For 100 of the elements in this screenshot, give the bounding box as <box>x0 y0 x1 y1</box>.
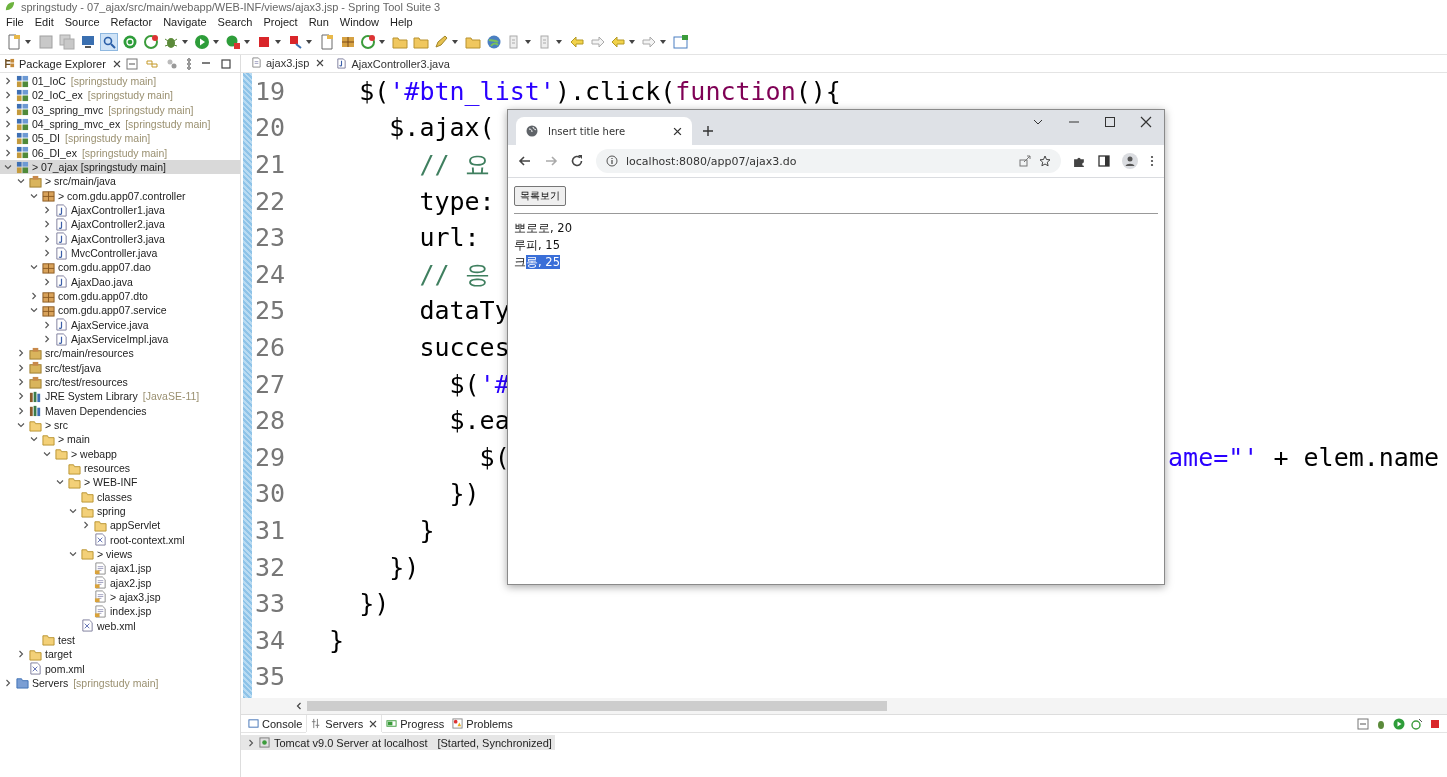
magnifier-icon[interactable] <box>100 33 118 51</box>
tree-item[interactable]: AjaxController1.java <box>0 202 240 218</box>
maximize-icon[interactable] <box>220 57 232 70</box>
address-bar[interactable]: localhost:8080/app07/ajax3.do <box>596 149 1061 173</box>
tree-item[interactable]: com.gdu.app07.service <box>0 303 240 318</box>
menu-item[interactable]: Search <box>217 15 253 28</box>
avatar-icon[interactable] <box>1122 153 1138 169</box>
tree-item[interactable]: AjaxController2.java <box>0 217 240 232</box>
tree-item[interactable]: spring <box>0 503 240 519</box>
scrollbar-thumb[interactable] <box>307 701 887 711</box>
tree-item[interactable]: AjaxServiceImpl.java <box>0 331 240 347</box>
tree-item[interactable]: > com.gdu.app07.controller <box>0 188 240 203</box>
view-menu-icon[interactable] <box>186 57 192 70</box>
menu-item[interactable]: Help <box>390 15 413 28</box>
panel-tab[interactable]: Progress <box>382 715 449 732</box>
menu-item[interactable]: Project <box>263 15 298 28</box>
menu-item[interactable]: Edit <box>34 15 54 28</box>
line-number: 27 <box>254 369 287 399</box>
info-icon[interactable] <box>606 155 618 167</box>
tree-item[interactable]: classes <box>0 489 240 504</box>
power-icon[interactable] <box>121 33 139 51</box>
tree-item[interactable]: resources <box>0 460 240 476</box>
window-icon[interactable] <box>672 33 690 51</box>
line-number: 24 <box>254 259 287 289</box>
tree-item[interactable]: 05_DI [springstudy main] <box>0 131 240 146</box>
list-button[interactable]: 목록보기 <box>514 186 566 206</box>
tree-item[interactable]: > 07_ajax [springstudy main] <box>0 159 240 175</box>
tree-item[interactable]: AjaxDao.java <box>0 274 240 289</box>
tree-item[interactable]: > WEB-INF <box>0 475 240 490</box>
tree-item[interactable]: target <box>0 647 240 662</box>
tree-item[interactable]: ajax1.jsp <box>0 561 240 576</box>
tree-item[interactable]: com.gdu.app07.dao <box>0 260 240 275</box>
side-panel-icon[interactable] <box>1098 155 1110 167</box>
panel-tab[interactable]: Servers <box>306 715 383 732</box>
tree-item[interactable]: 06_DI_ex [springstudy main] <box>0 145 240 160</box>
tree-item[interactable]: > ajax3.jsp <box>0 589 240 605</box>
tree-item[interactable]: src/test/resources <box>0 374 240 390</box>
close-icon[interactable] <box>112 59 121 68</box>
close-icon[interactable] <box>369 719 378 728</box>
profile-icon[interactable] <box>1411 717 1423 730</box>
scroll-left-icon[interactable] <box>295 702 303 710</box>
tree-item[interactable]: ajax2.jsp <box>0 575 240 590</box>
tree-item[interactable]: src/main/resources <box>0 346 240 361</box>
tree-item[interactable]: com.gdu.app07.dto <box>0 288 240 304</box>
panel-tab[interactable]: Problems <box>448 715 517 732</box>
tree-item[interactable]: appServlet <box>0 518 240 533</box>
collapse-all-icon[interactable] <box>126 57 138 70</box>
monitor-icon[interactable] <box>79 33 97 51</box>
close-icon[interactable] <box>673 126 682 136</box>
tree-item[interactable]: > views <box>0 546 240 562</box>
package-explorer-tab[interactable]: Package Explorer <box>0 55 125 72</box>
tree-item[interactable]: JRE System Library [JavaSE-11] <box>0 389 240 404</box>
window-title: springstudy - 07_ajax/src/main/webapp/WEB-INF/views/ajax3.jsp - Spring Tool Suite 3 <box>21 0 441 13</box>
collapse-all-icon[interactable] <box>1357 717 1369 730</box>
back-arrow-icon[interactable] <box>518 154 532 168</box>
filter-icon[interactable] <box>166 57 178 70</box>
tree-item[interactable]: Maven Dependencies <box>0 403 240 418</box>
maximize-icon[interactable] <box>1104 116 1116 128</box>
stop-icon[interactable] <box>1429 717 1441 730</box>
tree-item[interactable]: AjaxService.java <box>0 317 240 332</box>
start-icon[interactable] <box>1393 717 1405 730</box>
panel-tab[interactable]: Console <box>244 715 307 732</box>
menu-item[interactable]: Refactor <box>110 15 153 28</box>
tree-item[interactable]: AjaxController3.java <box>0 231 240 246</box>
menu-item[interactable]: Source <box>64 15 100 28</box>
tree-item[interactable]: 03_spring_mvc [springstudy main] <box>0 102 240 117</box>
tree-item[interactable]: MvcController.java <box>0 245 240 261</box>
close-icon[interactable] <box>316 58 325 67</box>
tree-item[interactable]: pom.xml <box>0 661 240 676</box>
tree-item[interactable]: Servers [springstudy main] <box>0 675 240 691</box>
share-icon[interactable] <box>1019 155 1031 167</box>
tree-item[interactable]: > src <box>0 417 240 433</box>
globe-icon[interactable] <box>485 33 503 51</box>
editor-tab[interactable]: AjaxController3.java <box>330 55 456 72</box>
tree-item[interactable]: root-context.xml <box>0 532 240 547</box>
new-tab-icon[interactable] <box>702 125 714 137</box>
star-icon[interactable] <box>1039 155 1051 167</box>
menu-item[interactable]: Window <box>339 15 379 28</box>
server-row[interactable]: Tomcat v9.0 Server at localhost [Started, Synchronized] <box>241 735 555 750</box>
tree-item[interactable]: > src/main/java <box>0 174 240 189</box>
menu-item[interactable]: Run <box>308 15 329 28</box>
refresh-icon[interactable] <box>142 33 160 51</box>
tree-item[interactable]: 02_IoC_ex [springstudy main] <box>0 88 240 103</box>
menu-item[interactable]: Navigate <box>163 15 207 28</box>
menu-icon[interactable] <box>1150 155 1154 167</box>
tree-item[interactable]: test <box>0 632 240 648</box>
java-file-icon <box>55 318 68 332</box>
tree-item[interactable]: web.xml <box>0 618 240 633</box>
tree-item[interactable]: 01_IoC [springstudy main] <box>0 74 240 89</box>
menu-item[interactable]: File <box>6 15 24 28</box>
browser-tab[interactable]: Insert title here <box>516 117 692 145</box>
line-number: 31 <box>254 515 287 545</box>
tree-item[interactable]: src/test/java <box>0 360 240 375</box>
tree-item[interactable]: > webapp <box>0 446 240 461</box>
tree-item[interactable]: > main <box>0 432 240 447</box>
code-line: $( <box>478 442 510 472</box>
reload-icon[interactable] <box>570 154 584 168</box>
close-icon[interactable] <box>1140 116 1152 128</box>
tree-item[interactable]: index.jsp <box>0 604 240 619</box>
tree-item[interactable]: 04_spring_mvc_ex [springstudy main] <box>0 117 240 132</box>
